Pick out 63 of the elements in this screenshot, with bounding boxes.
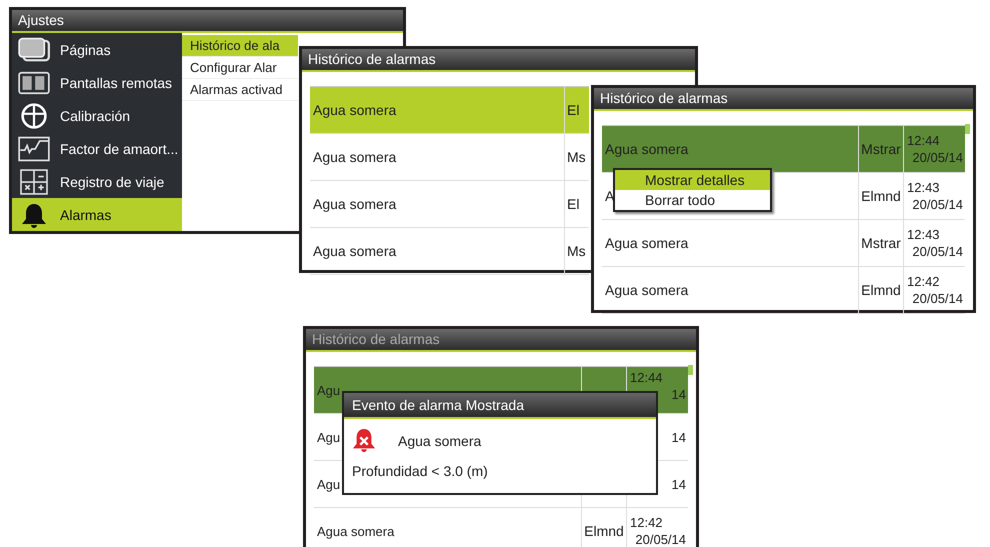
alarm-date: 14 [672,386,687,403]
alarm-status: Elmnd [861,282,901,298]
window-title: Ajustes [12,10,403,33]
alarm-name: Agua somera [313,102,396,118]
window-title: Histórico de alarmas [302,49,695,72]
alarm-row[interactable]: Agua somera Ms [310,228,589,275]
alarm-name: Agua somera [398,433,482,449]
sidebar-item[interactable]: Páginas [12,33,182,66]
alarm-status: Mstrar [861,235,901,251]
alarm-time: 12:43 [907,226,940,243]
calculator-icon [18,168,50,194]
alarm-status: Ms [567,243,586,259]
alarm-status: Mstrar [861,141,901,157]
alarm-date: 20/05/14 [635,531,687,547]
sidebar-item[interactable]: Calibración [12,99,182,132]
alarm-name: Agu [317,430,340,444]
alarm-time: 12:42 [630,514,663,531]
window-title: Histórico de alarmas [306,329,696,352]
alarm-name: Agua somera [605,141,688,157]
alarm-time: 12:43 [907,179,940,196]
alarm-status: Ms [567,149,586,165]
alarm-bell-icon [352,427,376,455]
submenu-item[interactable]: Histórico de ala [182,35,298,57]
alarm-status: Elmnd [861,188,901,204]
scrollbar-thumb[interactable] [965,124,970,134]
alarm-date: 20/05/14 [912,149,964,166]
alarm-name: Agu [317,476,340,492]
alarm-date: 20/05/14 [912,243,964,260]
alarm-date: 14 [672,476,687,492]
submenu-item[interactable]: Configurar Alar [182,57,298,79]
alarm-row[interactable]: Agua somera Ms [310,134,589,181]
sidebar-item[interactable]: Alarmas [12,198,182,231]
submenu-item[interactable]: Alarmas activad [182,79,298,101]
graph-icon [18,136,50,162]
alarm-name: Agua somera [313,196,396,212]
pages-icon [18,36,50,62]
alarm-name: Agu [317,382,340,398]
window-title: Histórico de alarmas [594,88,973,111]
alarm-time: 12:44 [907,132,940,149]
alarm-detail: Profundidad < 3.0 (m) [352,463,489,479]
alarm-row[interactable]: Agua somera El [310,181,589,228]
alarm-name: Agua somera [313,149,396,165]
alarm-name: Agua somera [317,524,394,538]
alarm-date: 20/05/14 [912,196,964,213]
menu-item[interactable]: Borrar todo [615,190,770,210]
alarm-time: 12:44 [630,369,663,386]
alarm-date: 14 [672,428,687,446]
alarm-status: Elmnd [584,523,624,539]
alarm-time: 12:42 [907,273,940,290]
scrollbar-thumb[interactable] [688,365,693,375]
alarm-name: Agua somera [605,282,688,298]
remote-screens-icon [18,70,50,96]
alarm-status: El [567,102,580,118]
dialog-title: Evento de alarma Mostrada [344,393,656,419]
menu-item[interactable]: Mostrar detalles [615,170,770,190]
alarm-row[interactable]: Agua somera El [310,87,589,134]
alarm-name: Agua somera [313,243,396,259]
sidebar-item[interactable]: Pantallas remotas [12,66,182,99]
alarm-date: 20/05/14 [912,290,964,307]
sidebar-item[interactable]: Registro de viaje [12,165,182,198]
alarm-status: El [567,196,580,212]
alarm-name: Agua somera [605,235,688,251]
sidebar-item[interactable]: Factor de amaort... [12,132,182,165]
